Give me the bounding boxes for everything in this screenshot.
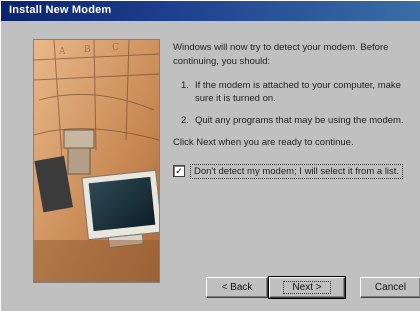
back-button-label: < Back	[221, 282, 253, 293]
cancel-button[interactable]: Cancel	[360, 277, 420, 298]
title-bar[interactable]: Install New Modem	[1, 1, 420, 21]
dont-detect-checkbox-label[interactable]: Don't detect my modem; I will select it …	[190, 163, 404, 180]
window-title: Install New Modem	[9, 4, 112, 16]
next-button[interactable]: Next >	[268, 276, 346, 299]
instruction-step: 1. If the modem is attached to your comp…	[181, 79, 404, 107]
cancel-button-label: Cancel	[374, 282, 407, 293]
svg-text:B: B	[84, 45, 91, 55]
install-new-modem-dialog: Install New Modem A B C Windows will now…	[0, 0, 420, 311]
step-text: Quit any programs that may be using the …	[195, 115, 404, 127]
next-button-label: Next >	[283, 281, 331, 294]
continue-prompt: Click Next when you are ready to continu…	[173, 136, 354, 148]
wizard-content: Windows will now try to detect your mode…	[169, 41, 404, 180]
dont-detect-checkbox[interactable]: ✓	[173, 165, 185, 178]
svg-text:C: C	[112, 43, 119, 53]
dont-detect-modem-option[interactable]: ✓ Don't detect my modem; I will select i…	[173, 163, 404, 180]
step-number: 1.	[181, 79, 189, 91]
svg-text:A: A	[58, 47, 66, 57]
wizard-illustration: A B C	[33, 39, 160, 283]
step-text: If the modem is attached to your compute…	[195, 79, 401, 105]
intro-text: Windows will now try to detect your mode…	[173, 42, 389, 67]
step-number: 2.	[181, 115, 189, 127]
instruction-step: 2. Quit any programs that may be using t…	[181, 114, 404, 128]
back-button[interactable]: < Back	[206, 277, 268, 298]
